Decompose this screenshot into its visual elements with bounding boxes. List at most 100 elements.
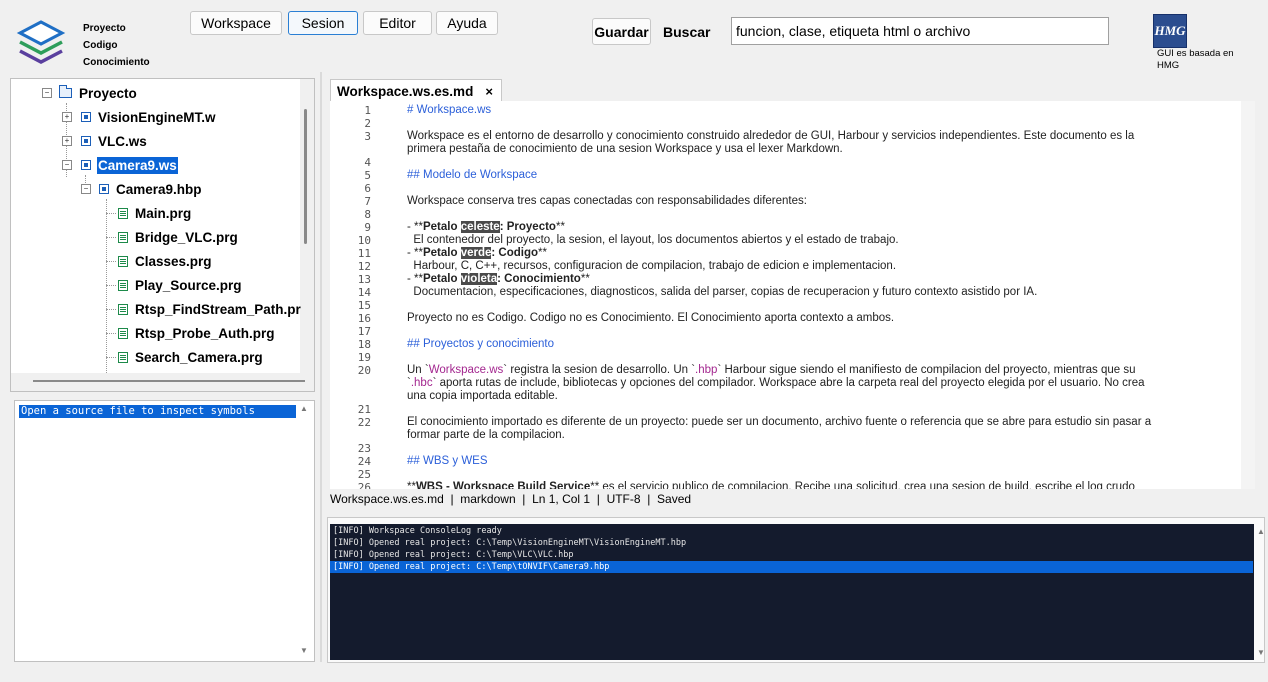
tree-connector <box>106 213 116 214</box>
console-log[interactable]: [INFO] Workspace ConsoleLog ready [INFO]… <box>330 524 1254 660</box>
tree-item-label: VisionEngineMT.w <box>98 109 216 125</box>
tree-item-label: Camera9.hbp <box>116 181 202 197</box>
line-number: 3 <box>364 130 371 143</box>
tab-close-icon[interactable]: × <box>485 84 493 99</box>
source-file-icon <box>118 231 128 243</box>
tree-item-camera9-hbp[interactable]: Camera9.hbp <box>99 179 203 199</box>
search-input[interactable] <box>731 17 1109 45</box>
line-number-gutter: 1 2 3 4 5 6 7 8 9 10 11 12 13 14 15 16 1… <box>330 101 390 489</box>
line-number: 25 <box>357 468 371 481</box>
line-number: 6 <box>364 182 371 195</box>
tree-vertical-scroll-thumb[interactable] <box>304 109 307 244</box>
tree-item-label: Camera9.ws <box>97 156 178 174</box>
code-line: ## WBS y WES <box>407 455 488 467</box>
tree-connector <box>106 357 116 358</box>
md-inline-code: .hbc <box>410 377 433 389</box>
tree-vertical-scrollbar[interactable] <box>300 79 314 373</box>
hbp-project-icon <box>99 184 109 194</box>
tree-horizontal-scroll-thumb[interactable] <box>33 380 305 382</box>
tree-connector <box>106 261 116 262</box>
md-marker: ** <box>555 221 565 233</box>
tree-item-main-prg[interactable]: Main.prg <box>118 203 192 223</box>
guardar-button[interactable]: Guardar <box>592 18 651 45</box>
tree-collapse-toggle[interactable]: − <box>42 88 52 98</box>
code-text: ` Harbour sigue siendo el manifiesto de … <box>717 364 1136 376</box>
menu-sesion-button[interactable]: Sesion <box>288 11 358 35</box>
console-scroll-down-icon[interactable]: ▼ <box>1257 648 1265 657</box>
vertical-splitter[interactable] <box>320 72 322 662</box>
tree-collapse-toggle[interactable]: − <box>81 184 91 194</box>
md-highlight: celeste <box>460 221 500 233</box>
line-number: 9 <box>364 221 371 234</box>
code-line: - **Petalo violeta: Conocimiento** <box>407 273 590 285</box>
line-number: 13 <box>357 273 371 286</box>
tree-item-label: VLC.ws <box>98 133 147 149</box>
tree-item-camera9-ws[interactable]: Camera9.ws <box>81 155 178 175</box>
menu-ayuda-button[interactable]: Ayuda <box>436 11 498 35</box>
md-bold: Petalo <box>422 247 461 259</box>
tree-connector <box>106 237 116 238</box>
tree-expand-toggle[interactable]: + <box>62 112 72 122</box>
symbols-scroll-down-icon[interactable]: ▼ <box>300 646 308 655</box>
tree-collapse-toggle[interactable]: − <box>62 160 72 170</box>
tree-item-search-camera[interactable]: Search_Camera.prg <box>118 347 264 367</box>
tree-item-classes-prg[interactable]: Classes.prg <box>118 251 213 271</box>
code-text: ` registra la sesion de desarrollo. Un ` <box>503 364 696 376</box>
symbols-panel[interactable] <box>14 400 315 662</box>
menu-workspace-button[interactable]: Workspace <box>190 11 282 35</box>
tree-item-label: Rtsp_FindStream_Path.pr <box>135 301 301 317</box>
line-number: 22 <box>357 416 371 429</box>
line-number: 26 <box>357 481 371 489</box>
editor-status-bar: Workspace.ws.es.md | markdown | Ln 1, Co… <box>330 492 692 506</box>
tree-item-label: Classes.prg <box>135 253 212 269</box>
md-bold: : Proyecto <box>499 221 556 233</box>
tree-item-rtsp-findstream-path[interactable]: Rtsp_FindStream_Path.pr <box>118 299 302 319</box>
hmg-caption: GUI es basada en HMG <box>1157 48 1234 72</box>
code-editor[interactable]: 1 2 3 4 5 6 7 8 9 10 11 12 13 14 15 16 1… <box>330 101 1255 489</box>
tree-item-bridge-vlc-prg[interactable]: Bridge_VLC.prg <box>118 227 239 247</box>
symbols-scroll-up-icon[interactable]: ▲ <box>300 404 308 413</box>
line-number: 17 <box>357 325 371 338</box>
tree-connector <box>106 309 116 310</box>
tree-item-proyecto[interactable]: Proyecto <box>59 83 138 103</box>
line-number: 5 <box>364 169 371 182</box>
tree-item-label: Search_Camera.prg <box>135 349 263 365</box>
line-number: 11 <box>357 247 371 260</box>
line-number: 10 <box>357 234 371 247</box>
code-line: - **Petalo celeste: Proyecto** <box>407 221 565 233</box>
tree-connector <box>106 333 116 334</box>
md-inline-code: Workspace.ws <box>428 364 504 376</box>
code-line: `.hbc` aporta rutas de include, bibliote… <box>407 377 1145 389</box>
tree-item-label: Proyecto <box>79 85 137 101</box>
menu-editor-button[interactable]: Editor <box>363 11 432 35</box>
md-bold: : Conocimiento <box>497 273 581 285</box>
tree-horizontal-scrollbar[interactable] <box>11 373 314 391</box>
tree-item-visionenginemt[interactable]: VisionEngineMT.w <box>81 107 217 127</box>
tree-expand-toggle[interactable]: + <box>62 136 72 146</box>
console-scroll-up-icon[interactable]: ▲ <box>1257 527 1265 536</box>
line-number: 4 <box>364 156 371 169</box>
editor-scrollbar[interactable] <box>1241 101 1255 489</box>
code-line: ## Modelo de Workspace <box>407 169 538 181</box>
md-marker: ** <box>407 481 416 489</box>
tree-item-label: Bridge_VLC.prg <box>135 229 238 245</box>
tab-workspace-ws-es-md[interactable]: Workspace.ws.es.md × <box>330 79 502 102</box>
line-number: 8 <box>364 208 371 221</box>
code-text: ** es el servicio publico de compilacion… <box>590 481 1135 489</box>
code-line: Proyecto no es Codigo. Codigo no es Cono… <box>407 312 895 324</box>
tree-item-play-source-prg[interactable]: Play_Source.prg <box>118 275 243 295</box>
symbols-message[interactable]: Open a source file to inspect symbols <box>19 405 296 418</box>
md-marker: ** <box>538 247 547 259</box>
source-file-icon <box>118 255 128 267</box>
code-line: **WBS - Workspace Build Service** es el … <box>407 481 1135 489</box>
buscar-label: Buscar <box>663 24 711 40</box>
md-marker: - ** <box>407 273 423 285</box>
code-text: Un ` <box>407 364 429 376</box>
code-line: El contenedor del proyecto, la sesion, e… <box>407 234 899 246</box>
md-marker: - ** <box>407 221 423 233</box>
line-number: 7 <box>364 195 371 208</box>
source-file-icon <box>118 327 128 339</box>
code-line: # Workspace.ws <box>407 104 492 116</box>
tree-item-vlc[interactable]: VLC.ws <box>81 131 148 151</box>
tree-item-rtsp-probe-auth[interactable]: Rtsp_Probe_Auth.prg <box>118 323 276 343</box>
